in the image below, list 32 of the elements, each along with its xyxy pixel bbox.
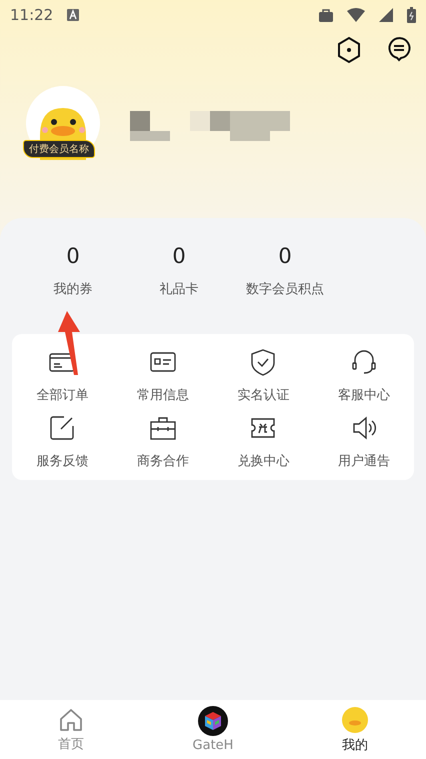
menu-item[interactable]: 兑换中心 — [213, 414, 314, 470]
battery-icon — [407, 7, 416, 23]
stat-value: 0 — [66, 244, 80, 268]
stat-value: 0 — [278, 244, 292, 268]
edit-icon — [48, 414, 76, 442]
hexagon-settings-icon[interactable] — [336, 36, 362, 64]
stat-label[interactable]: 数字会员积点 — [246, 280, 324, 298]
member-badge: 付费会员名称 — [23, 140, 95, 158]
stat-value: 0 — [172, 244, 186, 268]
cube-logo-icon — [198, 706, 228, 736]
menu-item[interactable]: 实名认证 — [213, 348, 314, 404]
menu-item[interactable]: 用户通告 — [314, 414, 414, 470]
duck-icon — [341, 706, 369, 734]
status-time: 11:22 — [10, 6, 54, 24]
menu-item[interactable]: 客服中心 — [314, 348, 414, 404]
menu-item[interactable]: 全部订单 — [12, 348, 112, 404]
headset-icon — [350, 348, 378, 376]
stat-label[interactable]: 我的券 — [54, 280, 92, 298]
nav-tab[interactable]: 首页 — [0, 700, 142, 759]
signal-icon — [379, 8, 393, 22]
home-icon — [58, 706, 84, 732]
wifi-icon — [347, 8, 365, 22]
stat-label[interactable]: 礼品卡 — [160, 280, 198, 298]
briefcase-status-icon — [319, 8, 333, 22]
message-icon[interactable] — [386, 36, 412, 64]
nav-tab[interactable]: 我的 — [284, 700, 426, 759]
menu-item[interactable]: 常用信息 — [112, 348, 213, 404]
nav-tab[interactable]: GateH — [142, 700, 284, 759]
menu-item[interactable]: 服务反馈 — [12, 414, 112, 470]
shield-check-icon — [249, 348, 278, 376]
keyboard-icon — [67, 9, 80, 21]
menu-item[interactable]: 商务合作 — [112, 414, 213, 470]
